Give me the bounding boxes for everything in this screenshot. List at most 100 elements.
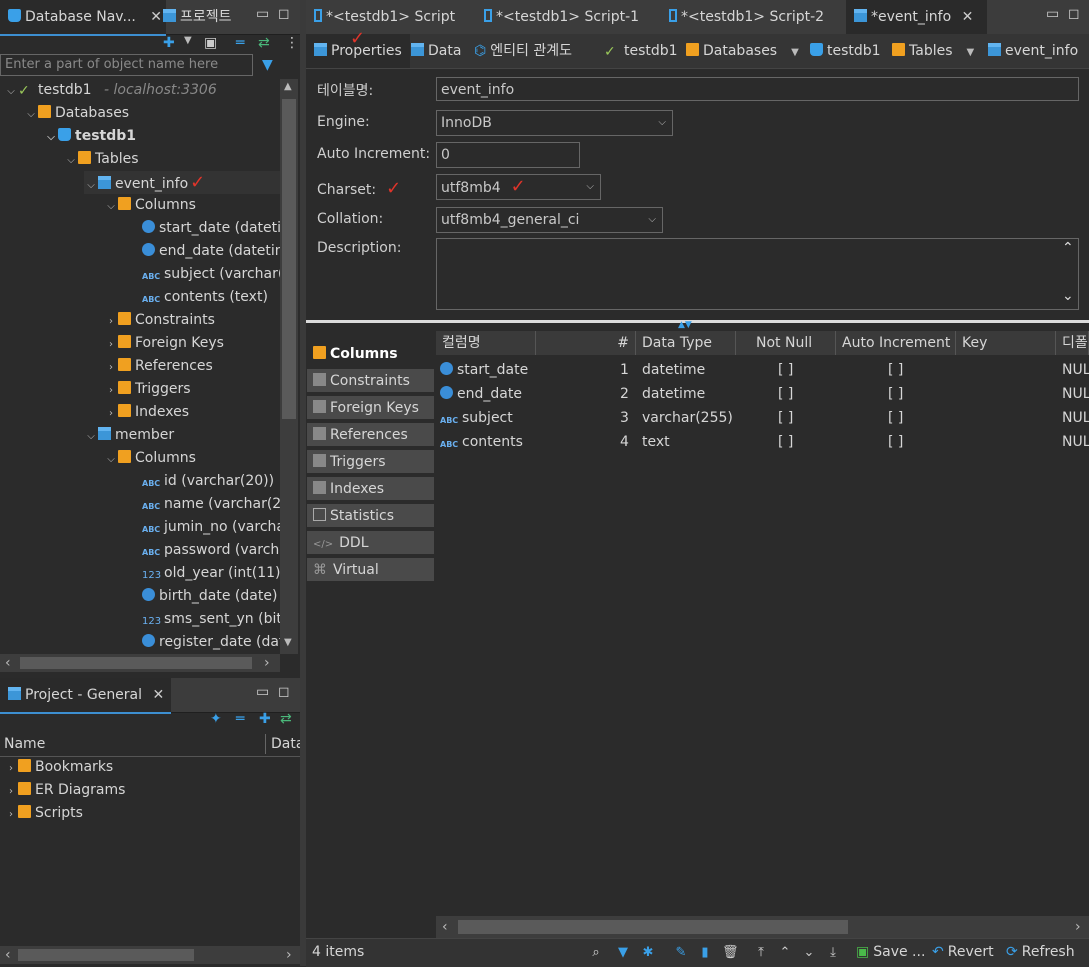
refresh-button[interactable]: ⟳ Refresh (1006, 944, 1075, 960)
object-filter-input[interactable]: Enter a part of object name here (0, 54, 253, 76)
filter-icon[interactable]: ▼ (262, 57, 273, 73)
side-tab-statistics[interactable]: Statistics (307, 504, 434, 529)
scroll-down-icon[interactable]: ⌄ (1062, 288, 1074, 304)
settings-icon[interactable]: ✱ (641, 946, 655, 960)
auto-increment-input[interactable]: 0 (436, 142, 580, 168)
minimize-icon[interactable]: ▭ (256, 6, 269, 22)
scroll-right-icon[interactable]: › (286, 947, 292, 963)
tree-foreign-keys[interactable]: › Foreign Keys (104, 332, 224, 355)
side-tab-ddl[interactable]: </> DDL (307, 531, 434, 556)
cell-not-null[interactable]: [ ] (778, 382, 793, 406)
side-tab-virtual[interactable]: ⌘ Virtual (307, 558, 434, 583)
new-folder-icon[interactable]: ▣ (204, 35, 217, 51)
tab-data[interactable]: Data (403, 34, 469, 68)
breadcrumb-connection[interactable]: ✓ testdb1 (596, 34, 686, 68)
header-not-null[interactable]: Not Null (736, 331, 836, 355)
collapsed-arrow-icon[interactable]: › (104, 379, 118, 402)
maximize-icon[interactable]: ◻ (278, 684, 290, 700)
side-tab-foreign-keys[interactable]: Foreign Keys (307, 396, 434, 421)
cell-not-null[interactable]: [ ] (778, 430, 793, 454)
tab-event-info[interactable]: *event_info ✕ (846, 0, 987, 36)
link-editor-icon[interactable]: ⇄ (280, 711, 292, 727)
expand-arrow-icon[interactable]: ⌵ (104, 448, 118, 471)
header-auto-increment[interactable]: Auto Increment (836, 331, 956, 355)
tree-column[interactable]: ABCname (varchar(20)) (142, 493, 280, 516)
tree-vertical-scrollbar[interactable]: ▲ ▼ (280, 79, 298, 654)
tree-table-event-info[interactable]: ⌵ event_info ✓ (84, 171, 280, 194)
tree-column[interactable]: ABCjumin_no (varchar(13)) (142, 516, 280, 539)
revert-button[interactable]: ↶ Revert (932, 944, 994, 960)
tree-triggers[interactable]: › Triggers (104, 378, 191, 401)
cell-auto-increment[interactable]: [ ] (888, 358, 903, 382)
move-top-icon[interactable]: ⤒ (754, 946, 768, 960)
scroll-thumb[interactable] (20, 657, 252, 669)
expand-arrow-icon[interactable]: ⌵ (104, 195, 118, 218)
cell-auto-increment[interactable]: [ ] (888, 406, 903, 430)
column-name-header[interactable]: Name (4, 732, 45, 756)
scroll-thumb[interactable] (282, 99, 296, 419)
cell-not-null[interactable]: [ ] (778, 358, 793, 382)
tree-column[interactable]: end_date (datetime) (142, 240, 280, 263)
breadcrumb-table[interactable]: event_info (980, 34, 1086, 68)
tab-properties[interactable]: Properties ✓ (306, 28, 410, 68)
collation-select[interactable]: utf8mb4_general_ci ⌵ (436, 207, 663, 233)
side-tab-constraints[interactable]: Constraints (307, 369, 434, 394)
expand-arrow-icon[interactable]: ⌵ (44, 126, 58, 149)
tree-column[interactable]: 123 old_year (int(11)) (142, 562, 280, 585)
engine-select[interactable]: InnoDB ⌵ (436, 110, 673, 136)
scroll-left-icon[interactable]: ‹ (5, 655, 11, 671)
move-bottom-icon[interactable]: ⤓ (826, 946, 840, 960)
tab-script-2[interactable]: *<testdb1> Script-2 (661, 0, 832, 34)
add-icon[interactable]: ✚ (259, 711, 271, 727)
tree-horizontal-scrollbar[interactable]: ‹ › (0, 654, 280, 672)
minimize-icon[interactable]: ▭ (1046, 6, 1059, 22)
tree-connection-testdb1[interactable]: ⌵ ✓ testdb1 - localhost:3306 (4, 79, 217, 102)
collapse-icon[interactable]: ═ (236, 35, 244, 51)
cell-auto-increment[interactable]: [ ] (888, 382, 903, 406)
cell-auto-increment[interactable]: [ ] (888, 430, 903, 454)
header-key[interactable]: Key (956, 331, 1056, 355)
project-horizontal-scrollbar[interactable]: ‹ › (0, 946, 300, 964)
project-item-er-diagrams[interactable]: › ER Diagrams (4, 779, 125, 802)
tree-columns[interactable]: ⌵ Columns (104, 194, 196, 217)
expand-arrow-icon[interactable]: ⌵ (84, 425, 98, 448)
move-down-icon[interactable]: ⌄ (802, 946, 816, 960)
side-tab-triggers[interactable]: Triggers (307, 450, 434, 475)
tree-column[interactable]: ABC contents (text) (142, 286, 268, 309)
side-tab-references[interactable]: References (307, 423, 434, 448)
tree-references[interactable]: › References (104, 355, 213, 378)
scroll-up-icon[interactable]: ⌃ (1062, 240, 1074, 256)
dropdown-icon[interactable]: ▼ (184, 35, 192, 46)
tree-column[interactable]: birth_date (date) (142, 585, 277, 608)
tree-tables[interactable]: ⌵ Tables (64, 148, 139, 171)
close-icon[interactable]: ✕ (962, 9, 974, 25)
scroll-thumb[interactable] (18, 949, 194, 961)
tab-projects[interactable]: 프로젝트 (155, 0, 240, 34)
expand-arrow-icon[interactable]: ⌵ (4, 80, 18, 103)
add-column-icon[interactable]: ▮ (698, 946, 712, 960)
cell-not-null[interactable]: [ ] (778, 406, 793, 430)
edit-icon[interactable]: ✎ (674, 946, 688, 960)
tab-project-general[interactable]: Project - General ✕ (0, 678, 171, 714)
configure-icon[interactable]: ✦ (210, 711, 222, 727)
tree-column[interactable]: 123sms_sent_yn (bit(1)) (142, 608, 280, 631)
breadcrumb-databases[interactable]: Databases ▼ (678, 34, 807, 68)
sash-arrows-icon[interactable]: ▲▼ (678, 320, 692, 330)
scroll-left-icon[interactable]: ‹ (442, 919, 448, 935)
chevron-down-icon[interactable]: ▼ (967, 47, 975, 58)
scroll-right-icon[interactable]: › (1075, 919, 1081, 935)
table-name-input[interactable]: event_info (436, 77, 1079, 101)
delete-icon[interactable]: 🗑 (722, 946, 739, 960)
tree-databases[interactable]: ⌵ Databases (24, 102, 129, 125)
maximize-icon[interactable]: ◻ (278, 6, 290, 22)
expand-arrow-icon[interactable]: ⌵ (24, 103, 38, 126)
maximize-icon[interactable]: ◻ (1068, 6, 1080, 22)
tree-table-member[interactable]: ⌵ member (84, 424, 174, 447)
tree-columns[interactable]: ⌵ Columns (104, 447, 196, 470)
minimize-icon[interactable]: ▭ (256, 684, 269, 700)
tab-script-1[interactable]: *<testdb1> Script-1 (476, 0, 647, 34)
collapsed-arrow-icon[interactable]: › (104, 333, 118, 356)
move-up-icon[interactable]: ⌃ (778, 946, 792, 960)
chevron-down-icon[interactable]: ▼ (791, 47, 799, 58)
collapsed-arrow-icon[interactable]: › (4, 780, 18, 803)
